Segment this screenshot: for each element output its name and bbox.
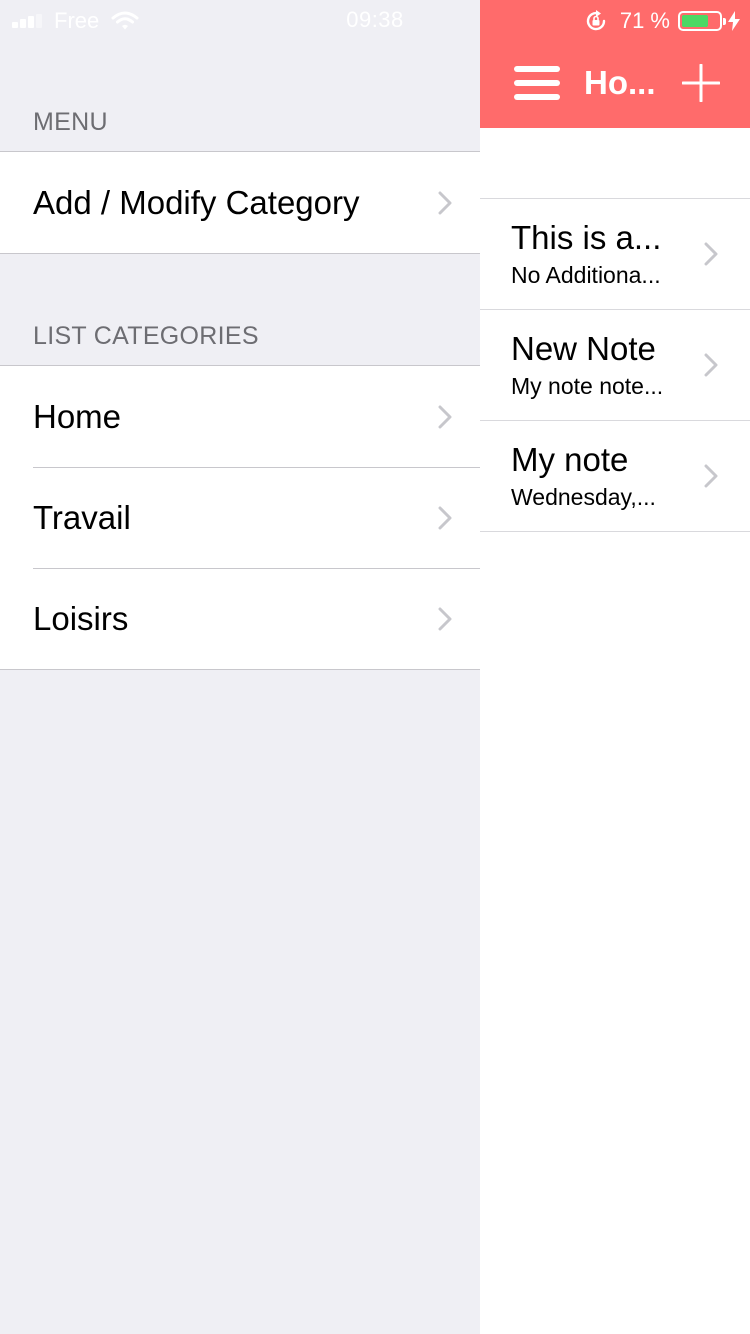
category-item-loisirs[interactable]: Loisirs bbox=[0, 568, 480, 669]
category-label: Travail bbox=[33, 498, 131, 536]
plus-icon[interactable] bbox=[682, 64, 720, 102]
chevron-right-icon bbox=[704, 353, 718, 377]
charging-bolt-icon bbox=[728, 11, 740, 31]
section-header-list-categories: LIST CATEGORIES bbox=[33, 322, 259, 350]
note-row[interactable]: My note Wednesday,... bbox=[480, 421, 750, 532]
note-subtitle: No Additiona... bbox=[511, 262, 661, 288]
note-row[interactable]: New Note My note note... bbox=[480, 310, 750, 421]
note-title: This is a... bbox=[511, 219, 662, 256]
hamburger-menu-icon[interactable] bbox=[514, 66, 560, 100]
section-header-menu: MENU bbox=[33, 108, 108, 136]
side-menu: MENU Add / Modify Category LIST CATEGORI… bbox=[0, 0, 480, 1334]
notes-list: This is a... No Additiona... New Note My… bbox=[480, 198, 750, 532]
category-label: Home bbox=[33, 397, 122, 435]
category-label: Loisirs bbox=[33, 599, 129, 637]
status-bar: Free 09:38 71 % bbox=[0, 0, 750, 40]
chevron-right-icon bbox=[438, 405, 452, 428]
note-subtitle: Wednesday,... bbox=[511, 484, 656, 510]
note-title: My note bbox=[511, 441, 629, 478]
chevron-right-icon bbox=[704, 242, 718, 266]
status-right: 71 % bbox=[584, 7, 740, 35]
categories-group: Home Travail Loisirs bbox=[0, 365, 480, 670]
category-item-home[interactable]: Home bbox=[0, 366, 480, 467]
menu-item-add-modify-category[interactable]: Add / Modify Category bbox=[0, 152, 480, 253]
battery-percent: 71 % bbox=[619, 8, 670, 33]
menu-group: Add / Modify Category bbox=[0, 151, 480, 254]
rotation-lock-icon bbox=[586, 10, 606, 31]
notes-panel[interactable]: Ho... This is a... No Additiona... New N… bbox=[480, 0, 750, 1334]
menu-item-label: Add / Modify Category bbox=[33, 183, 360, 221]
note-row[interactable]: This is a... No Additiona... bbox=[480, 199, 750, 310]
note-subtitle: My note note... bbox=[511, 373, 664, 399]
battery-icon bbox=[678, 11, 726, 31]
chevron-right-icon bbox=[438, 191, 452, 214]
note-title: New Note bbox=[511, 330, 656, 367]
nav-title: Ho... bbox=[584, 64, 656, 101]
category-item-travail[interactable]: Travail bbox=[0, 467, 480, 568]
chevron-right-icon bbox=[438, 607, 452, 630]
chevron-right-icon bbox=[704, 464, 718, 488]
chevron-right-icon bbox=[438, 506, 452, 529]
battery-level bbox=[682, 15, 708, 27]
